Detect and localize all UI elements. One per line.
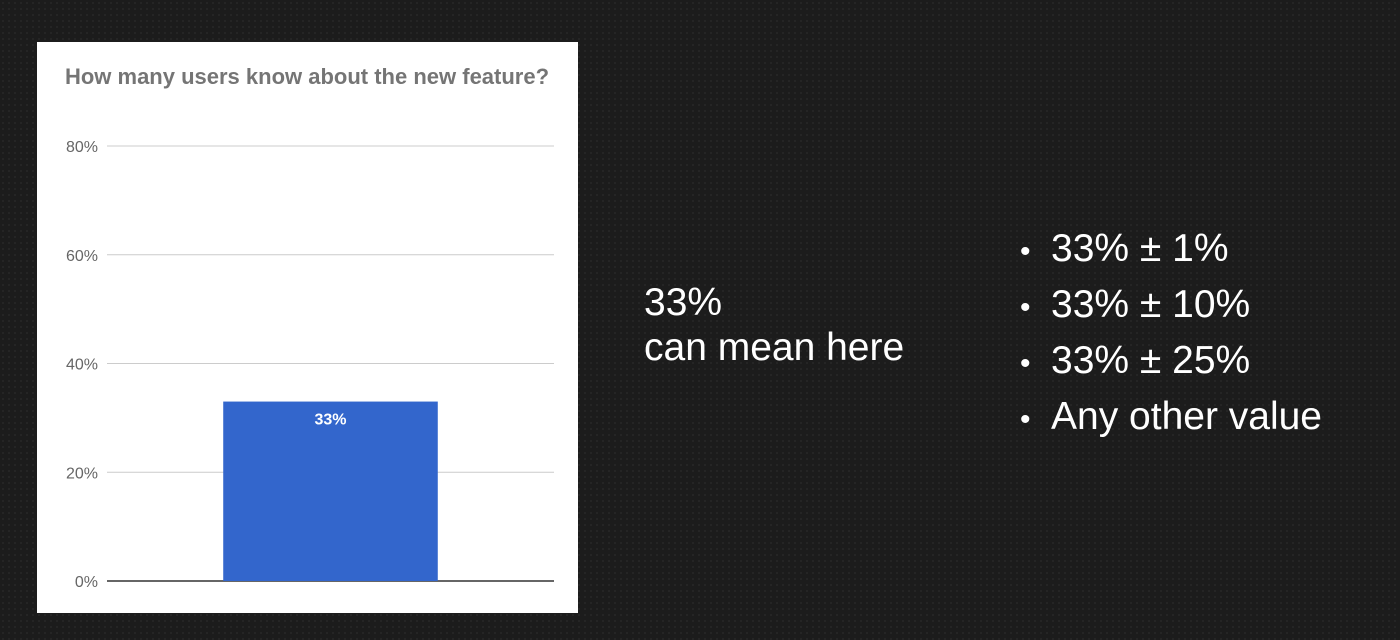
bullet-item: • Any other value	[1020, 390, 1322, 446]
bullet-item: • 33% ± 25%	[1020, 334, 1322, 390]
bullet-item: • 33% ± 1%	[1020, 222, 1322, 278]
bullet-icon: •	[1020, 235, 1031, 268]
bullet-icon: •	[1020, 403, 1031, 436]
bullet-text: 33% ± 25%	[1051, 339, 1251, 382]
bullet-text: Any other value	[1051, 395, 1323, 438]
y-tick-label: 20%	[66, 465, 98, 482]
main-statement-caption: can mean here	[644, 326, 905, 369]
y-tick-label: 40%	[66, 357, 98, 374]
y-tick-label: 60%	[66, 248, 98, 265]
bullet-icon: •	[1020, 347, 1031, 380]
chart-svg: 0% 20% 40% 60% 80% 33%	[66, 139, 554, 591]
bullet-icon: •	[1020, 291, 1031, 324]
bullet-text: 33% ± 1%	[1051, 227, 1229, 270]
bullet-item: • 33% ± 10%	[1020, 278, 1322, 334]
y-tick-label: 0%	[75, 574, 98, 591]
chart-card: How many users know about the new featur…	[37, 42, 578, 613]
slide: How many users know about the new featur…	[0, 0, 1400, 640]
main-statement: 33% can mean here	[644, 280, 904, 370]
y-tick-label: 80%	[66, 139, 98, 156]
bar-data-label: 33%	[314, 412, 346, 429]
main-statement-value: 33%	[644, 281, 723, 324]
bullet-list: • 33% ± 1% • 33% ± 10% • 33% ± 25% • Any…	[1020, 222, 1322, 446]
bullet-text: 33% ± 10%	[1051, 283, 1251, 326]
